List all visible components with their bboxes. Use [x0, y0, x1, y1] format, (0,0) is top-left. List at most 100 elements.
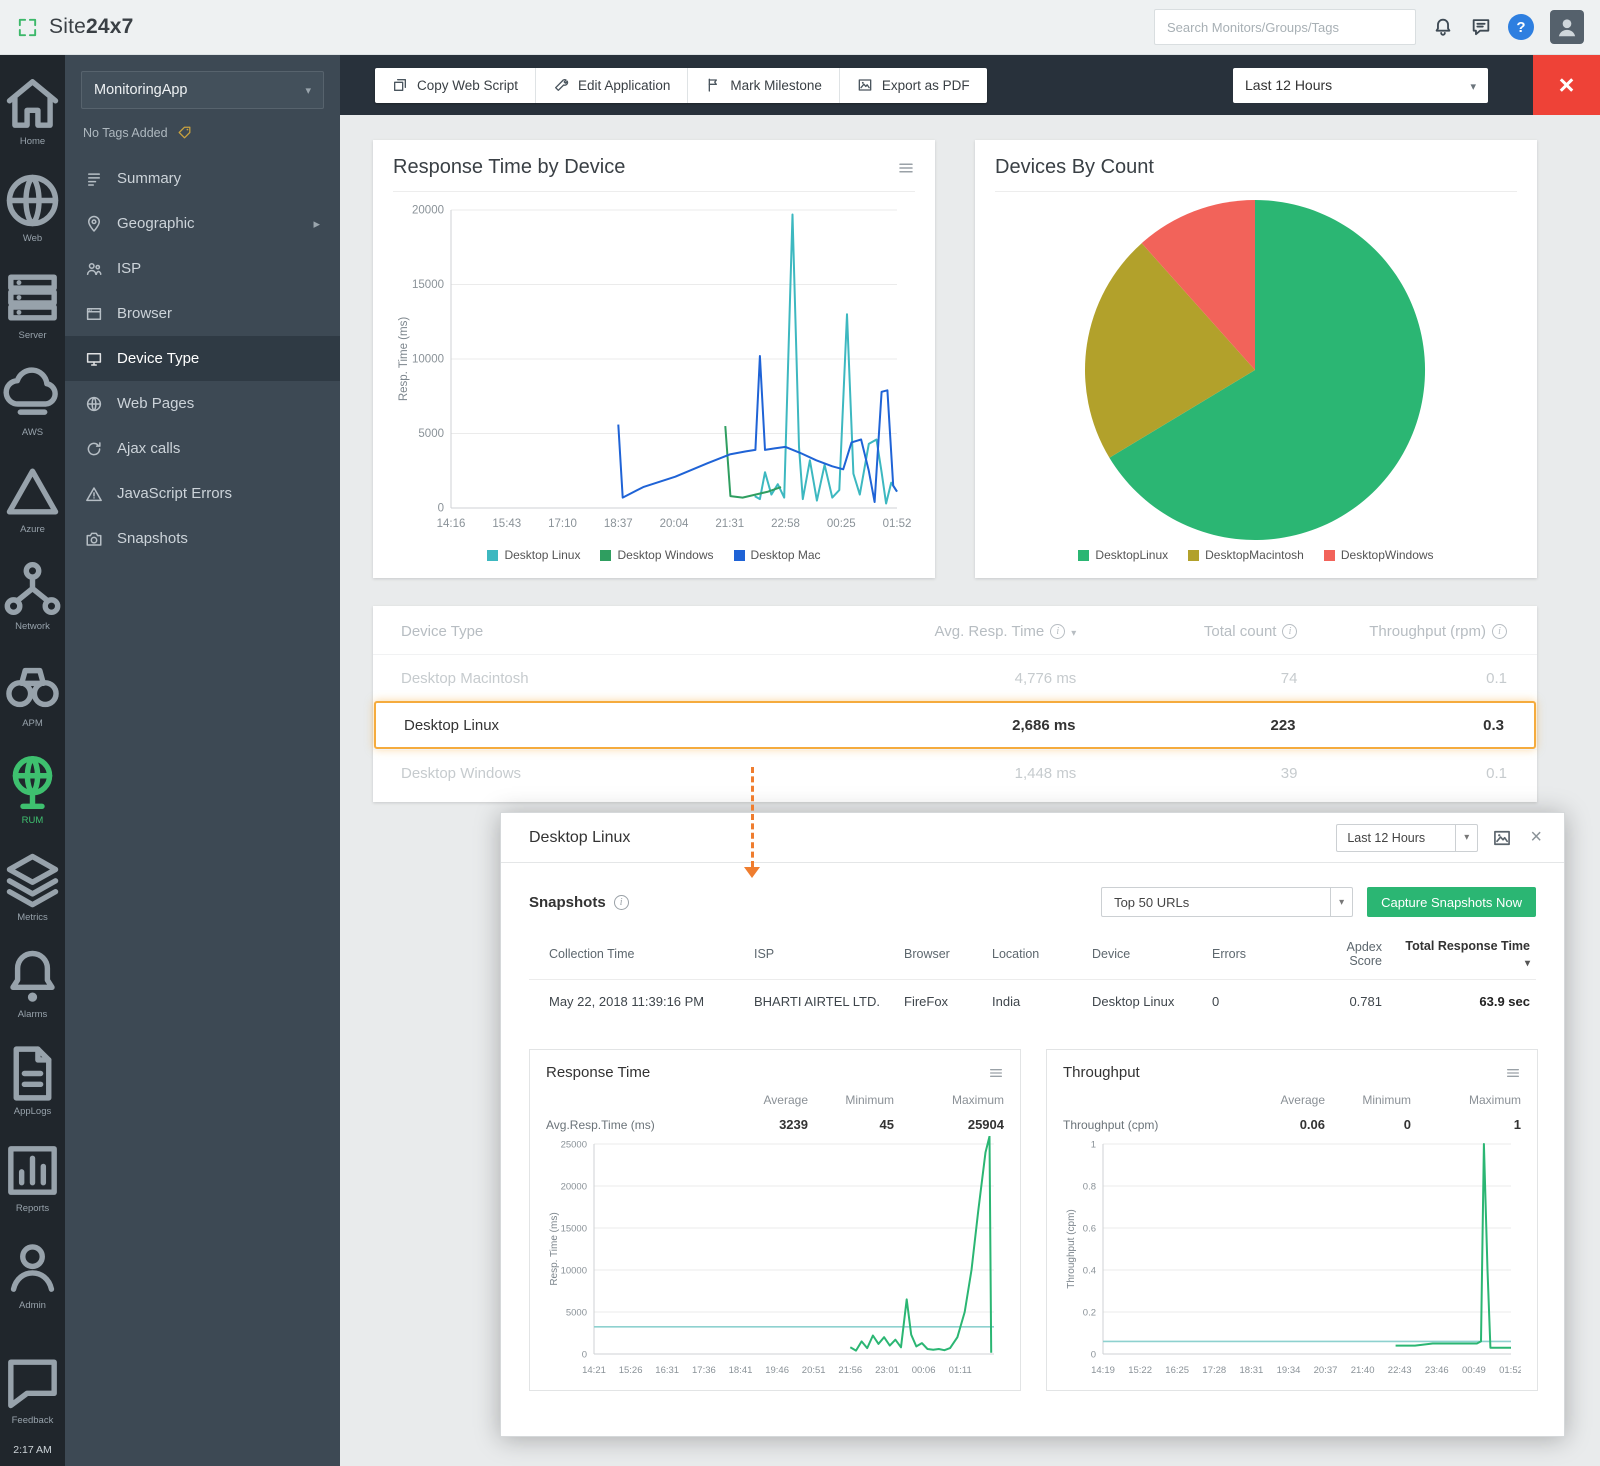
left-nav-item-aws[interactable]: AWS [0, 351, 65, 448]
browser-icon [85, 305, 103, 323]
svg-text:1: 1 [1091, 1140, 1096, 1151]
metric-label: Avg.Resp.Time (ms) [546, 1118, 722, 1132]
stat-header: Maximum [894, 1093, 1004, 1107]
sidebar-item-web-pages[interactable]: Web Pages [65, 381, 340, 426]
chart-menu-icon[interactable] [1505, 1065, 1521, 1081]
left-nav-item-network[interactable]: Network [0, 545, 65, 642]
snapshot-cell: 0.781 [1292, 994, 1382, 1009]
snapshot-cell: Desktop Linux [1092, 994, 1212, 1009]
left-nav-item-server[interactable]: Server [0, 254, 65, 351]
app-selector-label: MonitoringApp [94, 82, 188, 98]
alarms-icon [0, 944, 65, 1009]
sidebar-item-geographic[interactable]: Geographic [65, 201, 340, 246]
svg-text:16:25: 16:25 [1165, 1365, 1189, 1376]
legend-item[interactable]: Desktop Mac [734, 548, 821, 562]
svg-text:14:19: 14:19 [1091, 1365, 1115, 1376]
left-nav-item-alarms[interactable]: Alarms [0, 933, 65, 1030]
snap-col-total-response-time[interactable]: Total Response Time [1382, 939, 1530, 969]
edit-application-button[interactable]: Edit Application [536, 68, 688, 103]
legend-swatch [1324, 550, 1335, 561]
button-label: Mark Milestone [730, 78, 822, 93]
bell-icon[interactable] [1432, 16, 1454, 38]
sidebar-item-snapshots[interactable]: Snapshots [65, 516, 340, 561]
stat-value: 1 [1411, 1117, 1521, 1132]
sidebar-item-javascript-errors[interactable]: JavaScript Errors [65, 471, 340, 516]
overlay-time-range-select[interactable]: Last 12 Hours [1336, 824, 1478, 852]
export-as-pdf-button[interactable]: Export as PDF [840, 68, 987, 103]
svg-text:18:31: 18:31 [1240, 1365, 1264, 1376]
svg-text:17:36: 17:36 [692, 1365, 716, 1376]
clock-time: 2:17 AM [0, 1436, 65, 1456]
device-row-desktop-linux[interactable]: Desktop Linux2,686 ms2230.3 [374, 701, 1536, 749]
svg-text:21:56: 21:56 [838, 1365, 862, 1376]
brand-logo: Site24x7 [49, 15, 134, 39]
search-input[interactable] [1154, 9, 1416, 45]
drilldown-title: Desktop Linux [529, 829, 630, 847]
left-nav-label: Alarms [0, 1009, 65, 1020]
close-dashboard-button[interactable]: × [1533, 55, 1600, 115]
left-nav-item-applogs[interactable]: AppLogs [0, 1030, 65, 1127]
left-nav-item-rum[interactable]: RUM [0, 739, 65, 836]
overlay-response-time-chart: 050001000015000200002500014:2115:2616:31… [546, 1136, 1004, 1384]
sidebar-item-label: Browser [117, 305, 172, 322]
topbar-actions: ? [1154, 9, 1584, 45]
sidebar-item-isp[interactable]: ISP [65, 246, 340, 291]
overlay-close-icon[interactable]: × [1526, 826, 1546, 849]
legend-item[interactable]: Desktop Linux [487, 548, 580, 562]
toolbar: Copy Web ScriptEdit Application Mark Mile… [340, 55, 1600, 115]
svg-text:15000: 15000 [412, 279, 444, 291]
snapshots-table-header: Collection TimeISPBrowserLocationDeviceE… [529, 935, 1536, 979]
sidebar-item-device-type[interactable]: Device Type [65, 336, 340, 381]
device-table-rows: Desktop Macintosh4,776 ms740.1Desktop Li… [373, 654, 1537, 796]
topbar: Site24x7 ? [0, 0, 1600, 55]
left-nav-item-metrics[interactable]: Metrics [0, 836, 65, 933]
sidebar-item-ajax-calls[interactable]: Ajax calls [65, 426, 340, 471]
app-selector[interactable]: MonitoringApp [81, 71, 324, 109]
device-row-desktop-macintosh[interactable]: Desktop Macintosh4,776 ms740.1 [373, 654, 1537, 701]
left-nav-item-feedback[interactable]: Feedback [0, 1339, 65, 1436]
snapshot-cell: India [992, 994, 1092, 1009]
left-nav-item-reports[interactable]: Reports [0, 1127, 65, 1224]
chart-menu-icon[interactable] [988, 1065, 1004, 1081]
legend-item[interactable]: DesktopMacintosh [1188, 548, 1304, 562]
left-nav-item-admin[interactable]: Admin [0, 1224, 65, 1321]
sidebar-item-summary[interactable]: Summary [65, 156, 340, 201]
left-nav-item-apm[interactable]: APM [0, 642, 65, 739]
rt-legend: Desktop Linux Desktop Windows Desktop Mac [393, 544, 915, 568]
left-nav-item-home[interactable]: Home [0, 60, 65, 157]
tags-row[interactable]: No Tags Added [65, 117, 340, 156]
url-filter-select[interactable]: Top 50 URLs [1101, 887, 1353, 917]
legend-label: Desktop Mac [751, 548, 821, 562]
snapshot-row[interactable]: May 22, 2018 11:39:16 PMBHARTI AIRTEL LT… [529, 979, 1536, 1023]
legend-label: DesktopMacintosh [1205, 548, 1304, 562]
device-row-desktop-windows[interactable]: Desktop Windows1,448 ms390.1 [373, 749, 1537, 796]
column-header-avg-resp-time[interactable]: Avg. Resp. Time [839, 623, 1107, 640]
svg-text:20000: 20000 [412, 205, 444, 217]
time-range-select[interactable]: Last 12 Hours [1233, 68, 1488, 103]
device-name: Desktop Macintosh [373, 670, 839, 687]
chart-menu-icon[interactable] [897, 159, 915, 177]
devices-by-count-chart [995, 196, 1515, 544]
help-icon[interactable]: ? [1508, 14, 1534, 40]
svg-text:15:43: 15:43 [492, 518, 521, 530]
network-icon [0, 556, 65, 621]
export-image-icon[interactable] [1492, 828, 1512, 848]
avatar[interactable] [1550, 10, 1584, 44]
capture-snapshots-button[interactable]: Capture Snapshots Now [1367, 887, 1536, 917]
app-shell: Home Web Server AWS Azure NetworkAPMRUMMetric… [0, 55, 1600, 1466]
legend-item[interactable]: DesktopWindows [1324, 548, 1434, 562]
legend-item[interactable]: Desktop Windows [600, 548, 713, 562]
mark-milestone-button[interactable]: Mark Milestone [688, 68, 840, 103]
stat-value: 45 [808, 1117, 894, 1132]
left-nav-item-azure[interactable]: Azure [0, 448, 65, 545]
metric-label: Throughput (cpm) [1063, 1118, 1239, 1132]
left-nav-item-web[interactable]: Web [0, 157, 65, 254]
copy-web-script-button[interactable]: Copy Web Script [375, 68, 536, 103]
left-nav-label: Server [0, 330, 65, 341]
sidebar-item-browser[interactable]: Browser [65, 291, 340, 336]
legend-swatch [1078, 550, 1089, 561]
left-nav-label: Azure [0, 524, 65, 535]
left-nav-label: Home [0, 136, 65, 147]
legend-item[interactable]: DesktopLinux [1078, 548, 1168, 562]
message-icon[interactable] [1470, 16, 1492, 38]
